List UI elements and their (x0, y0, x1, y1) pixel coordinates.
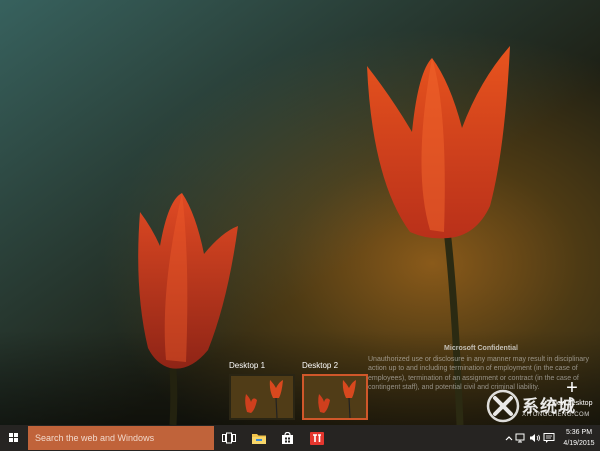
watermark-title: Microsoft Confidential (444, 345, 518, 352)
search-box[interactable] (28, 426, 214, 450)
network-icon[interactable] (515, 432, 527, 444)
x-logo-icon (486, 389, 520, 423)
desktop-2-thumbnail[interactable]: Desktop 2 (302, 361, 368, 420)
site-watermark-logo: 系统城 XITONGCHENG.COM (486, 386, 600, 426)
desktop-1-label: Desktop 1 (229, 361, 266, 370)
file-explorer-icon[interactable] (250, 429, 268, 447)
brand-subtext: XITONGCHENG.COM (522, 412, 590, 418)
volume-icon[interactable] (529, 432, 541, 444)
search-input[interactable] (35, 433, 205, 443)
system-clock[interactable]: 5:36 PM 4/19/2015 (560, 427, 598, 449)
desktop-2-preview[interactable] (302, 374, 368, 420)
windows-logo-icon (9, 433, 19, 443)
action-center-icon[interactable] (543, 432, 555, 444)
clock-date: 4/19/2015 (563, 440, 595, 447)
desktop-2-label: Desktop 2 (302, 361, 339, 370)
clock-time: 5:36 PM (565, 429, 593, 436)
taskbar: 5:36 PM 4/19/2015 (0, 425, 600, 451)
app-icon[interactable] (308, 429, 326, 447)
task-view-icon[interactable] (220, 429, 238, 447)
store-icon[interactable] (278, 429, 296, 447)
chevron-up-icon[interactable] (503, 432, 515, 444)
desktop-1-thumbnail[interactable]: Desktop 1 (229, 361, 295, 420)
desktop-1-preview[interactable] (229, 374, 295, 420)
start-button[interactable] (0, 425, 28, 451)
